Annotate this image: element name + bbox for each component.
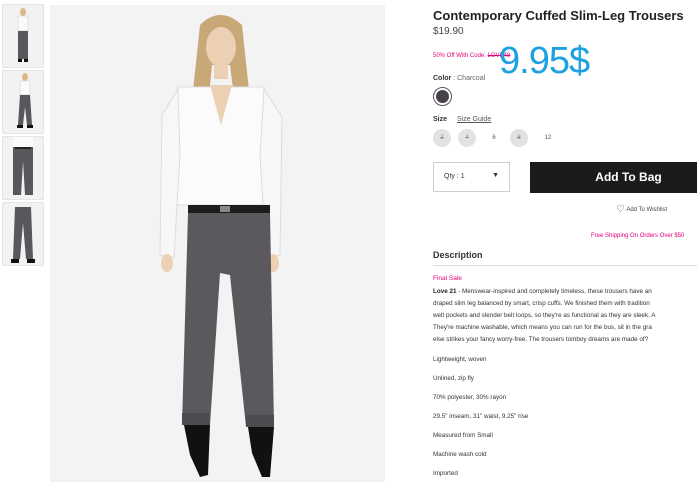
color-label: Color : Charcoal (433, 75, 485, 82)
main-product-image (50, 5, 385, 482)
size-option-6[interactable]: 6 (485, 129, 503, 147)
description-text: Love 21 - Menswear-inspired and complete… (433, 286, 697, 346)
quantity-value: Qty : 1 (444, 173, 465, 180)
color-value: : Charcoal (453, 75, 486, 82)
divider (433, 265, 697, 266)
product-thumbnail[interactable] (2, 4, 44, 68)
heart-icon: ♡ (616, 204, 625, 215)
list-item: Measured from Small (433, 432, 493, 439)
size-option-2[interactable]: 2 (433, 129, 451, 147)
product-thumbnail[interactable] (2, 70, 44, 134)
model-photo (50, 5, 385, 482)
trousers-back-thumbnail-image (3, 203, 43, 265)
color-label-text: Color (433, 75, 452, 82)
description-line: welt pockets and slender belt loops, so … (433, 312, 656, 319)
size-option-8[interactable]: 8 (510, 129, 528, 147)
dropdown-arrow-icon: ▼ (492, 172, 499, 179)
product-title: Contemporary Cuffed Slim-Leg Trousers (433, 8, 684, 23)
color-swatch-charcoal[interactable] (433, 87, 452, 106)
product-thumbnail[interactable] (2, 202, 44, 266)
add-to-wishlist-link[interactable]: ♡ Add To Wishlist (616, 204, 667, 215)
list-item: Imported (433, 470, 458, 477)
size-label: Size (433, 116, 448, 123)
free-shipping-notice: Free Shipping On Orders Over $50 (591, 233, 685, 239)
description-line: draped slim leg balanced by smart, crisp… (433, 300, 650, 307)
product-price: $19.90 (433, 26, 464, 37)
size-header: Size Size Guide (433, 116, 491, 123)
list-item: Machine wash cold (433, 451, 487, 458)
description-heading: Description (433, 250, 483, 260)
feature-list: Lightweight, woven Unlined, zip fly 70% … (433, 354, 528, 487)
list-item: 29.5" inseam, 31" waist, 9.25" rise (433, 413, 529, 420)
product-thumbnail[interactable] (2, 136, 44, 200)
size-guide-link[interactable]: Size Guide (457, 116, 491, 123)
quantity-select[interactable]: Qty : 1 ▼ (433, 162, 510, 192)
list-item: Lightweight, woven (433, 356, 487, 363)
sale-price-overlay: 9.95$ (499, 40, 590, 82)
trousers-detail-thumbnail-image (3, 137, 43, 199)
size-option-12[interactable]: 12 (539, 129, 557, 147)
wishlist-label: Add To Wishlist (626, 207, 668, 213)
list-item: 70% polyester, 30% rayon (433, 394, 507, 401)
description-line: Love 21 - Menswear-inspired and complete… (433, 288, 652, 295)
model-side-thumbnail-image (3, 71, 43, 133)
brand-name: Love 21 (433, 288, 457, 295)
final-sale-label: Final Sale (433, 275, 462, 282)
model-thumbnail-image (3, 5, 43, 67)
add-to-bag-button[interactable]: Add To Bag (530, 162, 697, 193)
size-option-4[interactable]: 4 (458, 129, 476, 147)
thumbnail-strip (2, 4, 46, 268)
description-line: else strikes your fancy worry-free. The … (433, 336, 649, 343)
list-item: Unlined, zip fly (433, 375, 474, 382)
description-line: They're machine washable, which means yo… (433, 324, 652, 331)
promo-label: 50% Off With Code: (433, 53, 486, 59)
